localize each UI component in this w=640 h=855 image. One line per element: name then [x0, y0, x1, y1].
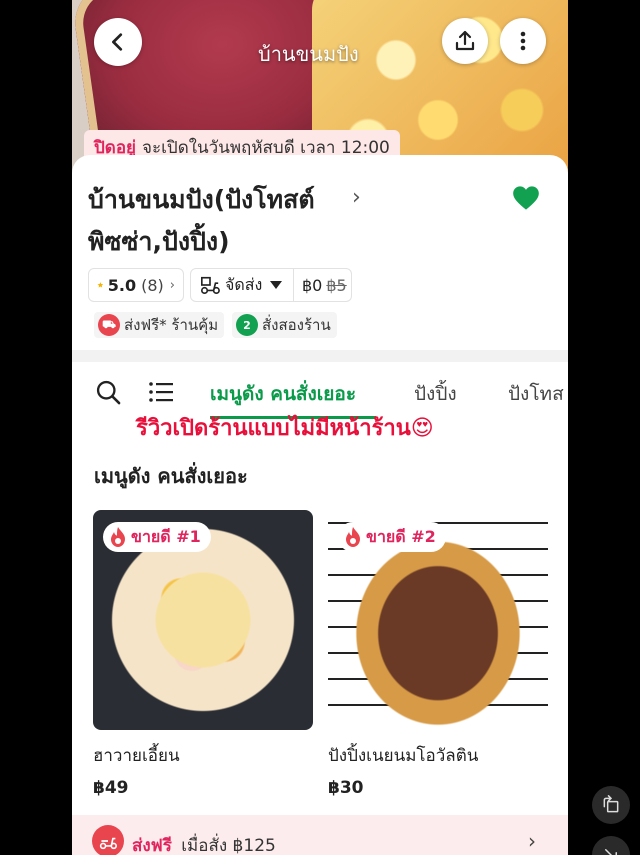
product-card[interactable]: ขายดี #2 ปังปิ้งเนยนมโอวัลติน ฿30	[328, 510, 548, 798]
delivery-fee-original: ฿5	[326, 275, 347, 295]
category-list-button[interactable]	[148, 380, 174, 408]
tab-toast-special[interactable]: ปังโทส	[508, 379, 564, 409]
product-image: ขายดี #1	[93, 510, 313, 730]
rotate-screen-button[interactable]	[592, 786, 630, 824]
chevron-right-icon[interactable]: ›	[352, 185, 361, 210]
multi-store-promo-label: สั่งสองร้าน	[262, 316, 331, 334]
scooter-icon	[99, 837, 117, 850]
free-delivery-icon: ⛟	[98, 314, 120, 336]
free-delivery-promo-label: ส่งฟรี* ร้านคุ้ม	[124, 316, 219, 334]
heart-icon	[513, 186, 539, 210]
shop-info-card: บ้านขนมปัง(ปังโทสต์ พิซซ่า,ปังปิ้ง) › 5.…	[72, 155, 568, 350]
best-seller-label: ขายดี #2	[366, 526, 436, 546]
delivery-scooter-icon	[92, 825, 124, 855]
product-name: ปังปิ้งเนยนมโอวัลติน	[328, 746, 479, 766]
shop-name[interactable]: บ้านขนมปัง(ปังโทสต์ พิซซ่า,ปังปิ้ง)	[88, 179, 388, 263]
product-name: ฮาวายเอี้ยน	[93, 746, 180, 766]
shopping-bag-icon: 2	[236, 314, 258, 336]
back-button[interactable]	[94, 18, 142, 66]
tab-toast[interactable]: ปังปิ้ง	[414, 379, 457, 409]
scooter-icon	[201, 276, 220, 294]
section-divider	[72, 350, 568, 362]
rotate-icon	[603, 795, 619, 813]
list-icon	[149, 382, 173, 402]
free-delivery-highlight: ส่งฟรี	[132, 836, 172, 855]
search-icon	[96, 380, 121, 405]
free-delivery-condition: เมื่อสั่ง ฿125	[181, 836, 276, 855]
search-button[interactable]	[94, 378, 122, 410]
delivery-label: จัดส่ง	[225, 274, 263, 294]
flame-icon	[111, 527, 125, 547]
product-card[interactable]: ขายดี #1 ฮาวายเอี้ยน ฿49	[93, 510, 313, 798]
more-button[interactable]	[500, 18, 546, 64]
review-count: (8)	[141, 275, 164, 295]
free-delivery-text: ส่งฟรี เมื่อสั่ง ฿125	[132, 832, 276, 855]
best-seller-label: ขายดี #1	[131, 526, 201, 546]
free-delivery-banner[interactable]: ส่งฟรี เมื่อสั่ง ฿125 ›	[72, 815, 568, 855]
overlay-caption: รีวิวเปิดร้านแบบไม่มีหน้าร้าน😍	[136, 416, 434, 441]
product-image: ขายดี #2	[328, 510, 548, 730]
best-seller-badge: ขายดี #1	[103, 522, 211, 552]
hero-image: บ้านขนมปัง ปิดอยู่ จะเปิดในวันพฤหัสบดี เ…	[72, 0, 568, 175]
best-seller-badge: ขายดี #2	[338, 522, 446, 552]
star-icon	[97, 282, 104, 288]
more-vertical-icon	[520, 31, 526, 51]
rating-value: 5.0	[107, 275, 137, 295]
chevron-left-icon	[112, 33, 123, 51]
collapse-button[interactable]	[592, 836, 630, 855]
chevron-right-icon: ›	[528, 829, 536, 853]
product-price: ฿49	[93, 778, 129, 798]
section-title: เมนูดัง คนสั่งเยอะ	[94, 464, 248, 488]
share-button[interactable]	[442, 18, 488, 64]
flame-icon	[346, 527, 360, 547]
delivery-fee-chip: ฿0 ฿5	[294, 268, 352, 302]
caret-down-icon	[270, 281, 283, 289]
tab-popular[interactable]: เมนูดัง คนสั่งเยอะ	[210, 379, 356, 409]
delivery-fee: ฿0	[302, 275, 323, 295]
favorite-button[interactable]	[512, 185, 540, 215]
rating-chip[interactable]: 5.0 (8) ›	[88, 268, 184, 302]
chevron-right-icon: ›	[169, 277, 175, 293]
product-price: ฿30	[328, 778, 364, 798]
free-delivery-promo[interactable]: ⛟ ส่งฟรี* ร้านคุ้ม	[94, 312, 225, 338]
multi-store-promo[interactable]: 2 สั่งสองร้าน	[232, 312, 337, 338]
share-icon	[455, 30, 475, 51]
hero-title: บ้านขนมปัง	[258, 42, 359, 66]
phone-screen: บ้านขนมปัง ปิดอยู่ จะเปิดในวันพฤหัสบดี เ…	[72, 0, 568, 855]
delivery-mode-selector[interactable]: จัดส่ง	[190, 268, 294, 302]
arrow-down-right-icon	[605, 849, 617, 855]
